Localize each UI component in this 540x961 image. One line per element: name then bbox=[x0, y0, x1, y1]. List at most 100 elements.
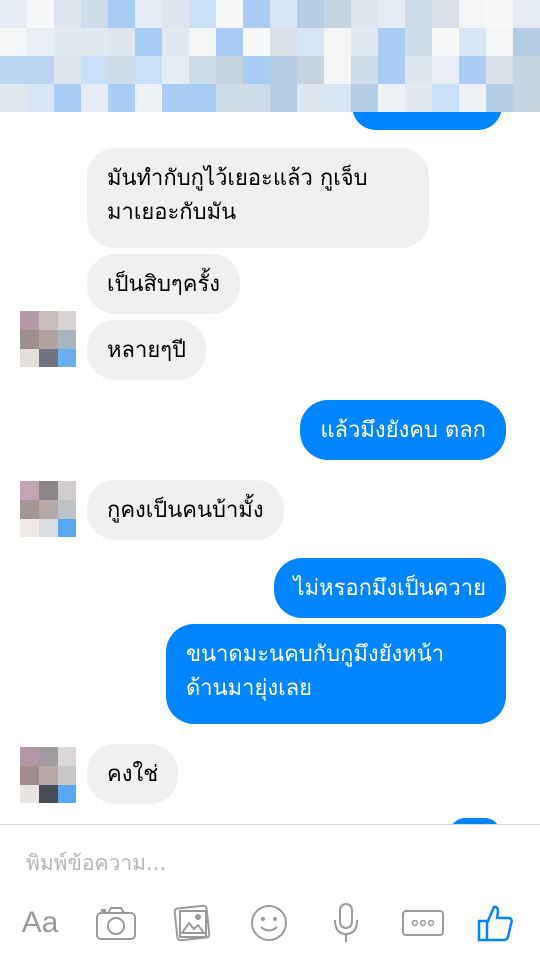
message-list[interactable]: มันทำกับกูไว้เยอะแล้ว กูเจ็บ มาเยอะกับมั… bbox=[0, 112, 540, 824]
pixel-block bbox=[405, 56, 432, 84]
pixel-block bbox=[432, 0, 459, 28]
pixel-block bbox=[513, 56, 540, 84]
pixel-block bbox=[513, 28, 540, 56]
pixel-block bbox=[135, 84, 162, 112]
pixel-block bbox=[486, 56, 513, 84]
message-input[interactable]: พิมพ์ข้อความ... bbox=[26, 847, 166, 880]
pixel-block bbox=[432, 28, 459, 56]
more-icon[interactable] bbox=[400, 901, 446, 945]
gallery-icon[interactable] bbox=[170, 901, 214, 945]
message-bubble-incoming[interactable]: มันทำกับกูไว้เยอะแล้ว กูเจ็บ มาเยอะกับมั… bbox=[87, 148, 429, 248]
pixel-block bbox=[189, 56, 216, 84]
pixel-block bbox=[189, 0, 216, 28]
avatar-pixel bbox=[39, 747, 58, 766]
avatar-pixel bbox=[20, 747, 39, 766]
pixel-block bbox=[162, 84, 189, 112]
pixel-block bbox=[405, 84, 432, 112]
avatar-pixel bbox=[58, 349, 76, 367]
pixel-block bbox=[27, 84, 54, 112]
avatar-pixel bbox=[39, 785, 58, 803]
avatar-pixel bbox=[58, 785, 76, 803]
pixel-block bbox=[432, 84, 459, 112]
pixel-block bbox=[270, 84, 297, 112]
aa-icon[interactable]: Aa bbox=[16, 901, 64, 945]
message-bubble-incoming[interactable]: หลายๆปี bbox=[87, 320, 207, 380]
pixel-block bbox=[324, 28, 351, 56]
avatar-pixel bbox=[20, 330, 39, 349]
pixel-block bbox=[216, 0, 243, 28]
message-bubble-incoming[interactable]: คงใช่ bbox=[87, 744, 179, 804]
avatar-pixel bbox=[58, 747, 76, 766]
pixel-block bbox=[243, 56, 270, 84]
pixel-block bbox=[351, 56, 378, 84]
pixel-block bbox=[324, 0, 351, 28]
pixel-block bbox=[54, 0, 81, 28]
message-text: หลายๆปี bbox=[107, 338, 187, 363]
pixel-block bbox=[324, 56, 351, 84]
pixel-block bbox=[243, 28, 270, 56]
pixel-block bbox=[54, 56, 81, 84]
pixel-block bbox=[405, 28, 432, 56]
avatar-pixel bbox=[39, 481, 58, 500]
pixel-block bbox=[270, 56, 297, 84]
avatar-pixel bbox=[58, 500, 76, 519]
message-text: แล้วมึงยังคบ ตลก bbox=[320, 418, 486, 443]
avatar-pixel bbox=[58, 481, 76, 500]
pixel-block bbox=[243, 0, 270, 28]
pixel-block bbox=[81, 28, 108, 56]
pixel-block bbox=[378, 84, 405, 112]
avatar-pixel bbox=[39, 311, 58, 330]
pixel-block bbox=[459, 28, 486, 56]
pixel-block bbox=[297, 84, 324, 112]
avatar-pixel bbox=[39, 500, 58, 519]
message-text: มันทำกับกูไว้เยอะแล้ว กูเจ็บ bbox=[107, 166, 368, 191]
pixel-block bbox=[135, 28, 162, 56]
avatar-pixel bbox=[58, 330, 76, 349]
pixel-block bbox=[54, 84, 81, 112]
pixel-block bbox=[162, 56, 189, 84]
pixel-block bbox=[459, 56, 486, 84]
emoji-icon[interactable] bbox=[247, 901, 291, 945]
message-text: ขนาดมะนคบกับกูมึงยังหน้า bbox=[186, 642, 445, 667]
camera-icon[interactable] bbox=[94, 901, 138, 945]
message-bubble-incoming[interactable]: กูคงเป็นคนบ้ามั้ง bbox=[87, 480, 284, 540]
message-bubble-outgoing[interactable]: ไม่หรอกมึงเป็นควาย bbox=[273, 558, 506, 618]
contact-avatar[interactable] bbox=[20, 311, 76, 367]
pixel-block bbox=[405, 0, 432, 28]
pixel-block bbox=[189, 28, 216, 56]
pixel-block bbox=[108, 84, 135, 112]
pixel-block bbox=[162, 0, 189, 28]
pixel-block bbox=[324, 84, 351, 112]
pixel-block bbox=[0, 84, 27, 112]
pixel-block bbox=[351, 28, 378, 56]
message-bubble-outgoing[interactable]: ขนาดมะนคบกับกูมึงยังหน้า ด้านมายุ่งเลย bbox=[166, 624, 506, 724]
pixel-block bbox=[189, 84, 216, 112]
microphone-icon[interactable] bbox=[324, 901, 368, 945]
contact-avatar[interactable] bbox=[20, 747, 76, 803]
avatar-pixel bbox=[58, 766, 76, 785]
pixel-block bbox=[135, 56, 162, 84]
message-text: กูคงเป็นคนบ้ามั้ง bbox=[107, 498, 264, 523]
message-text: คงใช่ bbox=[107, 762, 159, 787]
message-text: ไม่หรอกมึงเป็นควาย bbox=[293, 576, 487, 601]
pixel-block bbox=[486, 0, 513, 28]
message-bubble-outgoing[interactable]: แล้วมึงยังคบ ตลก bbox=[300, 400, 506, 460]
pixel-block bbox=[27, 0, 54, 28]
aa-label: Aa bbox=[21, 906, 59, 939]
message-bubble-incoming[interactable]: เป็นสิบๆครั้ง bbox=[87, 254, 241, 314]
composer-toolbar: Aa bbox=[0, 895, 540, 951]
pixel-block bbox=[0, 0, 27, 28]
pixel-block bbox=[216, 84, 243, 112]
pixel-block bbox=[297, 28, 324, 56]
pixel-block bbox=[27, 28, 54, 56]
pixel-block bbox=[81, 56, 108, 84]
pixel-block bbox=[162, 28, 189, 56]
avatar-pixel bbox=[20, 500, 39, 519]
pixel-block bbox=[0, 56, 27, 84]
contact-avatar[interactable] bbox=[20, 481, 76, 537]
message-bubble-outgoing-partial[interactable] bbox=[352, 112, 502, 130]
avatar-pixel bbox=[20, 481, 39, 500]
avatar-pixel bbox=[20, 766, 39, 785]
like-icon[interactable] bbox=[474, 901, 518, 945]
pixel-block bbox=[486, 84, 513, 112]
